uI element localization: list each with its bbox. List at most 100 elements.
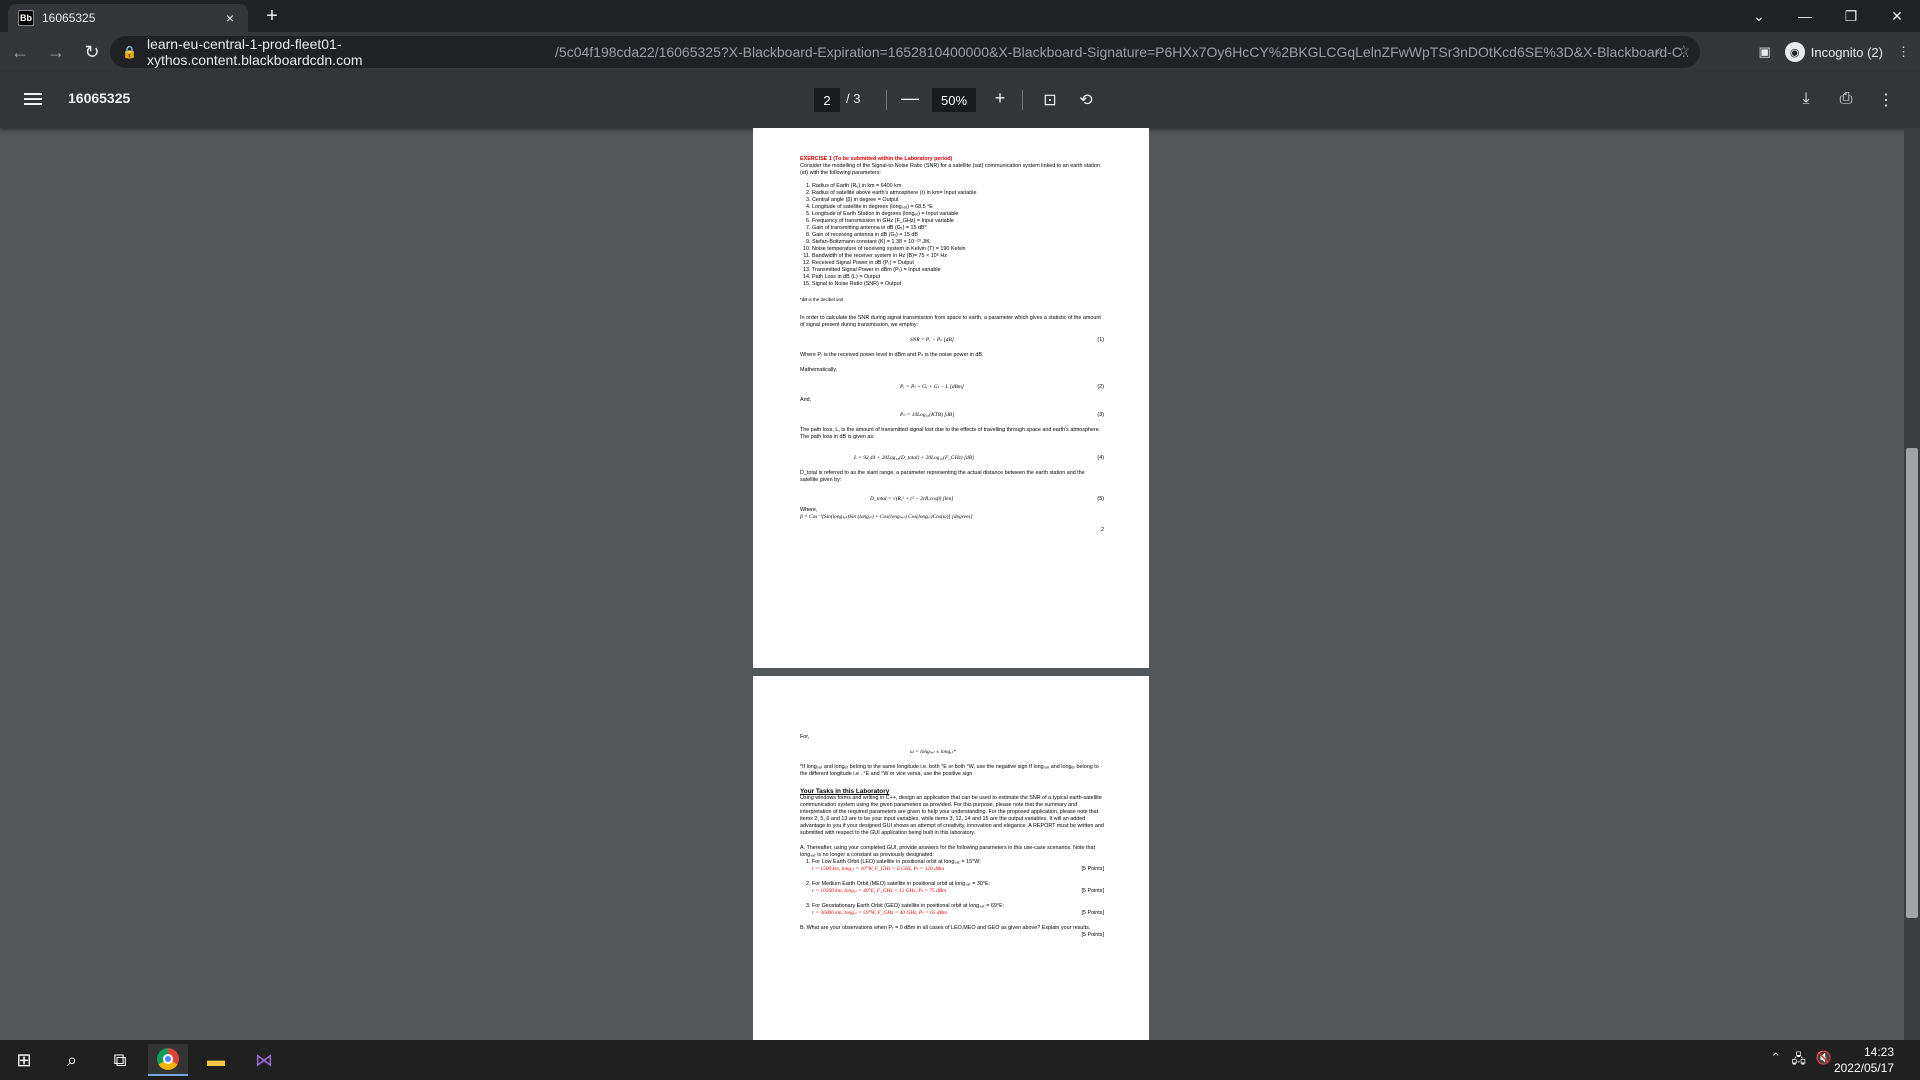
file-explorer-icon[interactable]: ▬	[196, 1044, 236, 1076]
tab-search-icon[interactable]: ⌄	[1736, 8, 1782, 25]
case-list: For Low Earth Orbit (LEO) satellite in p…	[800, 859, 1104, 917]
chrome-icon[interactable]	[148, 1044, 188, 1076]
exercise-heading: EXERCISE 1 (To be submitted within the L…	[800, 156, 953, 162]
task-view-icon[interactable]: ⧉	[100, 1044, 140, 1076]
equation-5: D_total = √(Rₑ² + r² − 2rRₑcosβ) [km]	[870, 496, 954, 502]
case-label: For Low Earth Orbit (LEO) satellite in p…	[812, 859, 981, 865]
case-label: For Medium Earth Orbit (MEO) satellite i…	[812, 881, 991, 887]
minimize-button[interactable]: —	[1782, 8, 1828, 24]
equation-number: (2)	[1097, 384, 1104, 390]
pdf-page-2: EXERCISE 1 (To be submitted within the L…	[753, 128, 1149, 668]
omega-equation: ω = longₛₐₜ ± longₑₜ*	[910, 749, 956, 755]
more-actions-icon[interactable]: ⋮	[1876, 90, 1896, 110]
page-number: 2	[1101, 527, 1104, 533]
paragraph: And,	[800, 397, 812, 403]
visual-studio-icon[interactable]: ⋈	[244, 1044, 284, 1076]
list-item: For Low Earth Orbit (LEO) satellite in p…	[812, 859, 1104, 873]
taskbar: ⊞ ⌕ ⧉ ▬ ⋈ ⌃ 🖧 🔇 14:23 2022/05/17	[0, 1040, 1920, 1080]
equation-number: (5)	[1097, 496, 1104, 502]
windows-start-icon[interactable]: ⊞	[4, 1044, 44, 1076]
forward-icon[interactable]: →	[40, 36, 72, 68]
scrollbar-thumb[interactable]	[1906, 448, 1918, 918]
list-item: Radius of Earth (Rₑ) in km = 6400 km	[812, 183, 1104, 190]
new-tab-button[interactable]: +	[258, 4, 286, 28]
zoom-in-button[interactable]: +	[988, 88, 1012, 109]
part-b-paragraph: B. What are your observations when Pₜ = …	[800, 925, 1091, 931]
equation-2: Pᵣ = Pₜ + Gᵣ + Gₜ − L [dBm]	[900, 384, 964, 390]
paragraph: D_total is referred to as the slant rang…	[800, 470, 1085, 483]
intro-paragraph: Consider the modelling of the Signal-to-…	[800, 163, 1100, 176]
incognito-profile-button[interactable]: ◉ Incognito (2)	[1784, 42, 1883, 62]
time: 14:23	[1863, 1045, 1894, 1059]
case-points: [5 Points]	[1081, 888, 1104, 894]
zoom-level-input[interactable]: 50%	[932, 88, 976, 112]
equation-number: (3)	[1097, 412, 1104, 418]
case-values: r = 36000 km, longₑₜ = 59°W, F_GHz = 40 …	[812, 910, 947, 916]
list-item: For Medium Earth Orbit (MEO) satellite i…	[812, 881, 1104, 895]
incognito-label: Incognito (2)	[1810, 44, 1883, 60]
paragraph: Where Pᵣ is the received power level in …	[800, 352, 984, 358]
list-item: Signal to Noise Ratio (SNR) = Output	[812, 281, 1104, 288]
url-path: /5c04f198cda22/16065325?X-Blackboard-Exp…	[555, 44, 1688, 60]
tasks-heading: Your Tasks in this Laboratory	[800, 788, 890, 795]
page-number-input[interactable]: 2	[814, 88, 840, 112]
network-icon[interactable]: 🖧	[1791, 1050, 1806, 1072]
list-item: Frequency of transmission in GHz (F_GHz)…	[812, 218, 1104, 225]
case-points: [5 Points]	[1081, 866, 1104, 872]
pdf-page-3: For, ω = longₛₐₜ ± longₑₜ* *If longₛₐₜ a…	[753, 676, 1149, 1040]
tab-close-icon[interactable]: ×	[222, 10, 238, 26]
restore-button[interactable]: ❐	[1828, 8, 1874, 25]
list-item: Gain of transmitting antenna in dB (Gₜ) …	[812, 225, 1104, 232]
browser-menu-icon[interactable]: ⋮	[1897, 44, 1910, 60]
bookmark-star-icon[interactable]: ☆	[1677, 42, 1690, 59]
fit-page-icon[interactable]: ⊡	[1040, 90, 1060, 110]
incognito-icon: ◉	[1784, 42, 1805, 62]
page-total: / 3	[846, 91, 861, 106]
equation-1: SNR = Pᵣ − Pₙ [dB]	[910, 337, 954, 343]
equation-number: (1)	[1097, 337, 1104, 343]
case-values: r = 10500 km, longₑₜ = 40°E, F_GHz = 12 …	[812, 888, 947, 894]
browser-tab[interactable]: Bb 16065325 ×	[8, 4, 248, 32]
case-points: [5 Points]	[1081, 910, 1104, 916]
reload-icon[interactable]: ↻	[76, 36, 108, 68]
chevron-up-icon[interactable]: ⌃	[1770, 1050, 1781, 1072]
footnote: *dB is the decibel unit	[800, 297, 844, 302]
list-item: Gain of receiving antenna in dB (Gᵣ) = 1…	[812, 232, 1104, 239]
paragraph: The path loss, L, is the amount of trans…	[800, 427, 1101, 440]
navigation-bar: ← → ↻ 🔒 learn-eu-central-1-prod-fleet01-…	[0, 32, 1920, 72]
download-icon[interactable]: ⤓	[1796, 90, 1816, 110]
rotate-icon[interactable]: ⟲	[1076, 90, 1096, 110]
close-window-button[interactable]: ✕	[1874, 8, 1920, 25]
address-bar[interactable]: 🔒 learn-eu-central-1-prod-fleet01-xythos…	[110, 36, 1700, 68]
tab-title: 16065325	[42, 11, 96, 25]
zoom-icon[interactable]: ⌕	[1656, 42, 1664, 59]
search-icon[interactable]: ⌕	[52, 1044, 92, 1076]
hamburger-menu-icon[interactable]	[24, 90, 42, 110]
date: 2022/05/17	[1833, 1061, 1894, 1075]
parameter-list: Radius of Earth (Rₑ) in km = 6400 km Rad…	[800, 183, 1104, 288]
list-item: Radius of satellite above earth's atmosp…	[812, 190, 1104, 197]
tab-strip: Bb 16065325 × + ⌄ — ❐ ✕	[0, 0, 1920, 32]
equation-3: Pₙ = 10Log₁₀(KTB) [dB]	[900, 412, 955, 418]
equation-6: β = Cos⁻¹[Sin(longₛₐₜ)Sin (longₑₜ) + Cos…	[800, 514, 973, 520]
list-item: Longitude of satellite in degrees (longₛ…	[812, 204, 1104, 211]
clock[interactable]: 14:23 2022/05/17	[1834, 1044, 1894, 1076]
list-item: Transmitted Signal Power in dBm (Pₜ) = I…	[812, 267, 1104, 274]
part-a-paragraph: A. Thereafter, using your completed GUI,…	[800, 845, 1096, 858]
document-title: 16065325	[68, 90, 131, 106]
tasks-paragraph: Using windows forms and writing in C++, …	[800, 795, 1104, 836]
back-icon[interactable]: ←	[4, 36, 36, 68]
case-values: r = 1500 km, longₑₜ = 10°W, F_GHz = 6 GH…	[812, 866, 945, 872]
list-item: Bandwidth of the receiver system in Hz (…	[812, 253, 1104, 260]
side-panel-icon[interactable]: ▣	[1758, 44, 1770, 60]
pdf-toolbar: 16065325 2 / 3 — 50% + ⊡ ⟲ ⤓ ⎙ ⋮	[0, 72, 1920, 128]
part-b-points: [5 Points]	[1081, 932, 1104, 938]
window-controls: ⌄ — ❐ ✕	[1736, 0, 1920, 32]
list-item: For Geostationary Earth Orbit (GEO) sate…	[812, 903, 1104, 917]
system-tray: ⌃ 🖧 🔇	[1770, 1050, 1832, 1072]
zoom-out-button[interactable]: —	[898, 88, 922, 109]
print-icon[interactable]: ⎙	[1836, 90, 1856, 110]
volume-icon[interactable]: 🔇	[1816, 1050, 1832, 1072]
sign-note: *If longₛₐₜ and longₑₜ belong to the sam…	[800, 764, 1099, 777]
blackboard-favicon-icon: Bb	[18, 10, 34, 26]
